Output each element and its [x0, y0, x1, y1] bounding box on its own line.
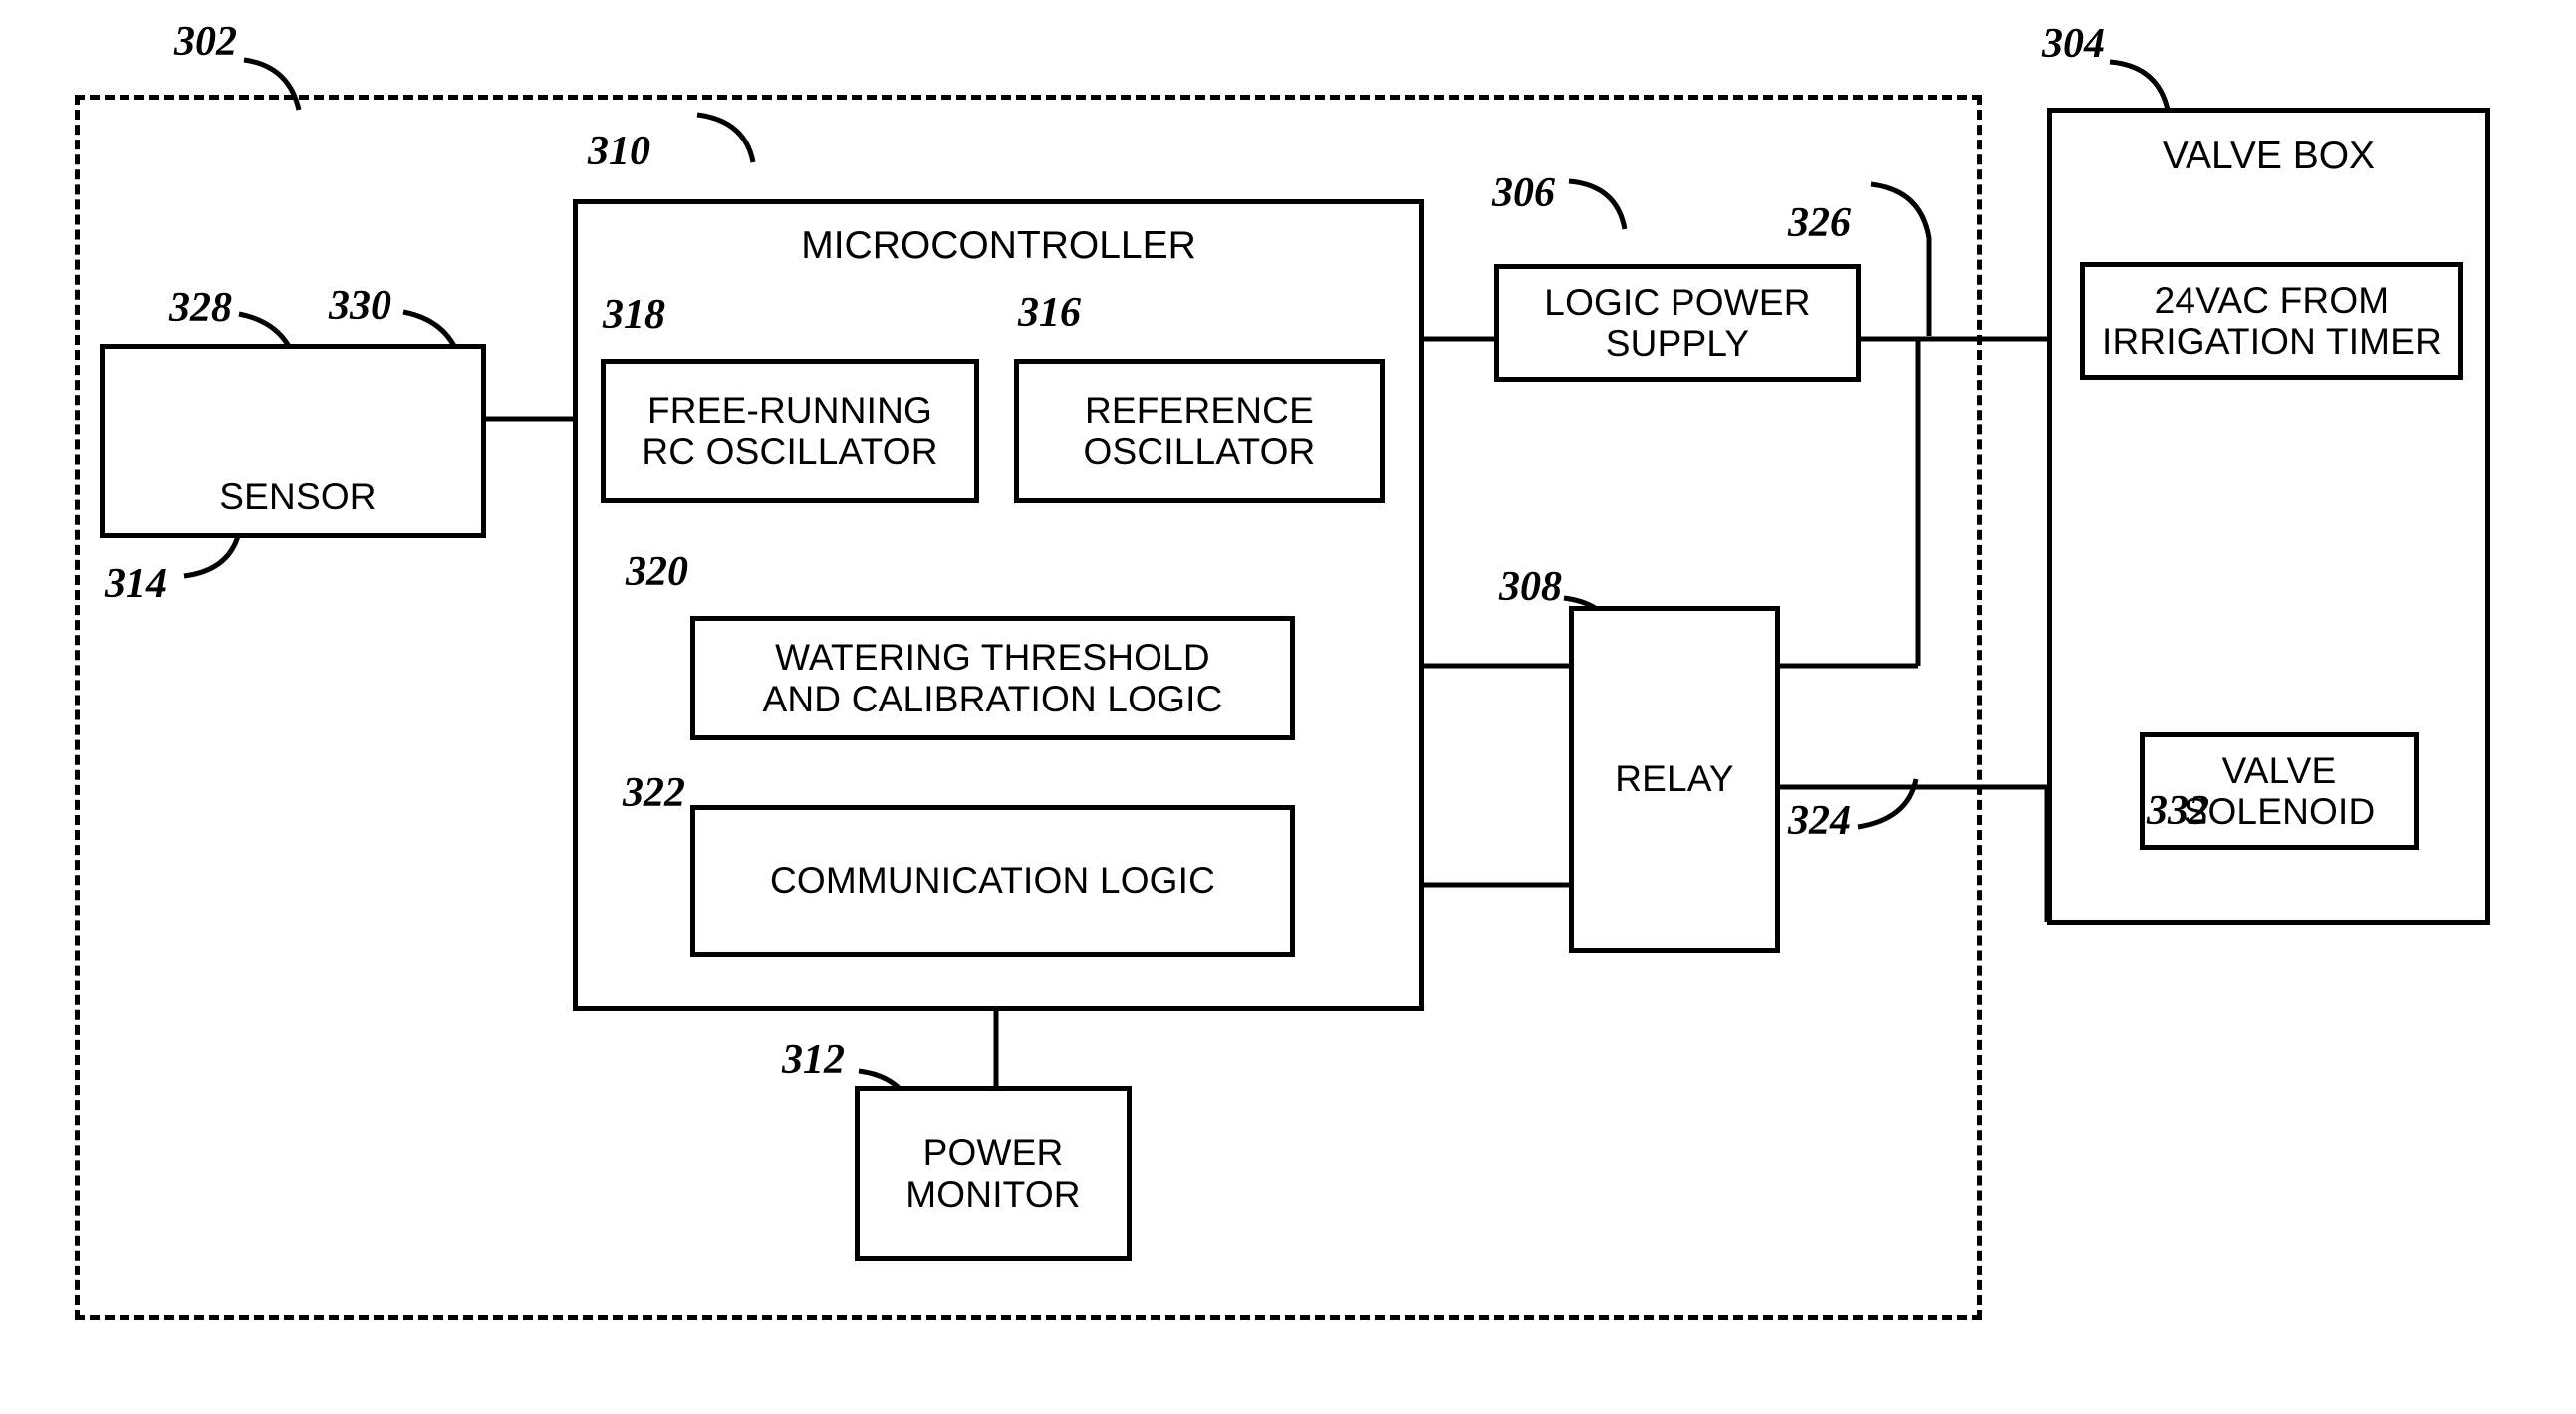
valve-box-title: VALVE BOX: [2162, 135, 2376, 177]
ref-322: 322: [623, 770, 685, 816]
ref-304: 304: [2042, 21, 2105, 67]
ref-328: 328: [169, 285, 232, 331]
sensor-label: SENSOR: [219, 475, 377, 517]
ref-324: 324: [1788, 798, 1851, 844]
block-24vac-irrigation-timer: 24VAC FROM IRRIGATION TIMER: [2080, 262, 2463, 380]
ref-308: 308: [1499, 564, 1562, 610]
ref-326: 326: [1788, 200, 1851, 246]
ref-318: 318: [603, 292, 665, 338]
ref-312: 312: [782, 1037, 845, 1083]
block-watering-threshold-logic: WATERING THRESHOLD AND CALIBRATION LOGIC: [690, 616, 1295, 740]
leader-304: [2109, 59, 2171, 111]
ref-330: 330: [329, 283, 391, 329]
ref-332: 332: [2147, 788, 2209, 834]
block-logic-power-supply: LOGIC POWER SUPPLY: [1494, 264, 1861, 382]
microcontroller-title: MICROCONTROLLER: [801, 224, 1196, 267]
ref-302: 302: [174, 19, 237, 65]
block-free-running-rc-oscillator: FREE-RUNNING RC OSCILLATOR: [601, 359, 979, 503]
block-communication-logic: COMMUNICATION LOGIC: [690, 805, 1295, 957]
ref-320: 320: [626, 549, 688, 595]
block-relay: RELAY: [1569, 606, 1780, 953]
block-sensor: SENSOR: [100, 344, 486, 538]
patent-figure: 302 VALVE BOX 304 24VAC FROM IRRIGATION …: [0, 0, 2576, 1414]
ref-316: 316: [1018, 290, 1081, 336]
block-power-monitor: POWER MONITOR: [855, 1086, 1132, 1261]
block-reference-oscillator: REFERENCE OSCILLATOR: [1014, 359, 1385, 503]
ref-314: 314: [105, 561, 167, 607]
ref-306: 306: [1492, 170, 1555, 216]
ref-310: 310: [588, 129, 650, 174]
